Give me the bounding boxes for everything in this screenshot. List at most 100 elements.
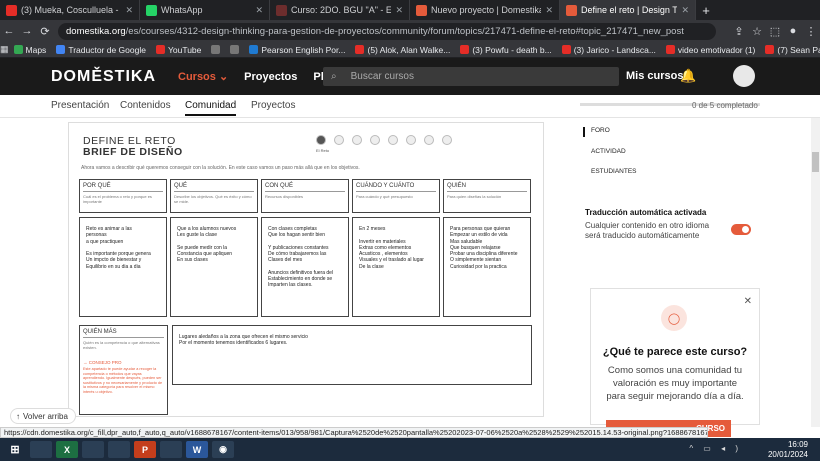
bookmark-item[interactable]: (7) Sean Paul - Get... xyxy=(760,45,820,55)
competition-cell: Lugares aledaños a la zona que ofrecen e… xyxy=(172,325,532,385)
step-icon xyxy=(352,135,362,145)
favicon-icon xyxy=(276,4,287,16)
step-icons xyxy=(316,135,452,145)
bookmark-item[interactable]: YouTube xyxy=(151,45,206,55)
column-subheading: Cuál es el problema o reto y porque es i… xyxy=(83,194,152,204)
close-tab-icon[interactable]: ✕ xyxy=(125,5,133,16)
site-header: DOMĚSTIKA Cursos ⌄ Proyectos Plus ⌕ Busc… xyxy=(0,58,820,95)
sidebar-item-estudiantes[interactable]: ESTUDIANTES xyxy=(591,168,637,175)
tab-0[interactable]: (3) Mueka, Cosculluela - D ✕ xyxy=(0,0,140,20)
bookmark-label: (7) Sean Paul - Get... xyxy=(777,44,820,55)
site-logo[interactable]: DOMĚSTIKA xyxy=(51,68,156,86)
reload-icon[interactable]: ⟳ xyxy=(36,25,54,38)
column-header-box: QUIÉN Para quien diseñas la solución xyxy=(443,179,531,213)
taskbar-app-icon[interactable] xyxy=(160,441,182,458)
post-image[interactable]: DEFINE EL RETO BRIEF DE DISEÑO Ahora vam… xyxy=(68,122,544,417)
sidebar-item-actividad[interactable]: ACTIVIDAD xyxy=(591,148,626,155)
course-progress-text: 0 de 5 completado xyxy=(692,101,758,110)
nav-proyectos[interactable]: Proyectos xyxy=(244,71,297,83)
favicon-icon xyxy=(416,4,427,16)
tab-comunidad[interactable]: Comunidad xyxy=(185,100,237,116)
close-icon[interactable]: ✕ xyxy=(744,296,752,307)
bookmark-icon xyxy=(765,45,775,54)
tab-4[interactable]: Define el reto | Design Thinkin✕ xyxy=(560,0,696,20)
tab-3[interactable]: Nuevo proyecto | Domestika ✕ xyxy=(410,0,560,20)
menu-icon[interactable]: ⋮ xyxy=(802,25,820,38)
bookmark-item[interactable] xyxy=(225,45,244,54)
system-tray[interactable]: ^ ▭ ◂ ) xyxy=(689,444,742,453)
tab-2[interactable]: Curso: 2DO. BGU "A" - EMPRE✕ xyxy=(270,0,410,20)
tab-proyectos[interactable]: Proyectos xyxy=(251,100,295,111)
back-icon[interactable]: ← xyxy=(0,25,18,37)
my-courses-link[interactable]: Mis cursos xyxy=(626,70,683,82)
search-icon: ⌕ xyxy=(331,71,337,82)
taskbar-app-icon[interactable]: P xyxy=(134,441,156,458)
tab-1[interactable]: WhatsApp ✕ xyxy=(140,0,270,20)
back-to-top-button[interactable]: ↑ Volver arriba xyxy=(10,408,76,424)
bookmark-item[interactable]: (5) Alok, Alan Walke... xyxy=(350,45,455,55)
column-header-box: CUÁNDO Y CUÁNTO Para cuándo y qué presupu… xyxy=(352,179,440,213)
bookmark-item[interactable] xyxy=(206,45,225,54)
favicon-icon xyxy=(6,4,17,16)
browser-tab-bar: (3) Mueka, Cosculluela - D ✕ WhatsApp ✕ Curs… xyxy=(0,0,820,20)
bookmark-item[interactable]: Traductor de Google xyxy=(51,45,151,55)
bookmark-label: (3) Powfu - death b... xyxy=(472,44,552,55)
profile-icon[interactable]: ● xyxy=(784,25,802,37)
nav-cursos[interactable]: Cursos ⌄ xyxy=(178,70,228,83)
extensions-icon[interactable]: ⬚ xyxy=(766,25,784,38)
tab-contenidos[interactable]: Contenidos xyxy=(120,100,171,111)
avatar[interactable] xyxy=(733,65,755,87)
apps-grid-icon[interactable]: ▦ xyxy=(0,44,9,55)
taskbar-app-icon[interactable]: X xyxy=(56,441,78,458)
search-input[interactable]: ⌕ Buscar cursos xyxy=(323,67,619,86)
bookmark-icon xyxy=(460,45,470,54)
bookmark-item[interactable]: video emotivador (1) xyxy=(661,45,760,55)
column-header-box: POR QUÉ Cuál es el problema o reto y porq… xyxy=(79,179,167,213)
taskbar-app-icon[interactable]: W xyxy=(186,441,208,458)
taskbar-app-icon[interactable] xyxy=(30,441,52,458)
new-tab-icon[interactable]: + xyxy=(696,3,716,18)
close-tab-icon[interactable]: ✕ xyxy=(255,5,263,16)
close-tab-icon[interactable]: ✕ xyxy=(681,5,689,16)
taskbar-app-icon[interactable]: ◉ xyxy=(212,441,234,458)
url-input[interactable]: domestika.org/es/courses/4312-design-thi… xyxy=(58,22,716,40)
taskbar: ⊞ X P W ◉ ^ ▭ ◂ ) 16:09 20/01/2024 xyxy=(0,438,820,461)
share-icon[interactable]: ⇪ xyxy=(730,25,748,38)
favicon-icon xyxy=(146,4,157,16)
clock[interactable]: 16:09 20/01/2024 xyxy=(768,440,808,460)
taskbar-app-icon[interactable] xyxy=(108,441,130,458)
windows-start-icon[interactable]: ⊞ xyxy=(4,441,26,458)
column-subheading: Para quien diseñas la solución xyxy=(447,194,502,199)
step-icon xyxy=(370,135,380,145)
close-tab-icon[interactable]: ✕ xyxy=(545,5,553,16)
step-label: El Reto xyxy=(316,148,330,153)
column-heading: CUÁNDO Y CUÁNTO xyxy=(356,183,436,192)
bookmark-item[interactable]: Pearson English Por... xyxy=(244,45,350,55)
bell-icon[interactable]: 🔔 xyxy=(680,68,696,84)
bookmark-item[interactable]: (3) Jarico - Landsca... xyxy=(557,45,661,55)
close-tab-icon[interactable]: ✕ xyxy=(395,5,403,16)
bookmarks-bar: ▦ Maps Traductor de Google YouTube Pearson … xyxy=(0,42,820,58)
scrollbar-thumb[interactable] xyxy=(812,152,819,172)
image-description: Ahora vamos a describir qué queremos con… xyxy=(81,165,360,171)
bookmark-icon xyxy=(665,45,675,54)
translation-toggle[interactable] xyxy=(731,224,751,235)
taskbar-app-icon[interactable] xyxy=(82,441,104,458)
bookmark-icon xyxy=(155,45,165,54)
bookmark-item[interactable]: (3) Powfu - death b... xyxy=(455,45,556,55)
column-heading: POR QUÉ xyxy=(83,183,163,192)
tab-presentacion[interactable]: Presentación xyxy=(51,100,109,111)
bookmark-item[interactable]: Maps xyxy=(9,45,52,55)
feedback-description: Como somos una comunidad tu valoración e… xyxy=(606,365,744,402)
feedback-question: ¿Qué te parece este curso? xyxy=(602,346,748,358)
tip-text: Este apartado te puede ayudar a recoger … xyxy=(83,367,163,394)
feedback-card: ✕ ◯ ¿Qué te parece este curso? Como somo… xyxy=(590,288,760,425)
sidebar-item-foro[interactable]: FORO xyxy=(591,127,610,134)
tab-title: Define el reto | Design Thinkin xyxy=(581,5,678,15)
column-subheading: Para cuándo y qué presupuesto xyxy=(356,194,413,199)
column-header-box: CON QUÉ Recursos disponibles xyxy=(261,179,349,213)
star-icon[interactable]: ☆ xyxy=(748,25,766,38)
translation-desc: Cualquier contenido en otro idioma será … xyxy=(585,221,710,241)
forward-icon[interactable]: → xyxy=(18,25,36,37)
column-cell: Para personas que quieran Empezar un est… xyxy=(443,217,531,317)
